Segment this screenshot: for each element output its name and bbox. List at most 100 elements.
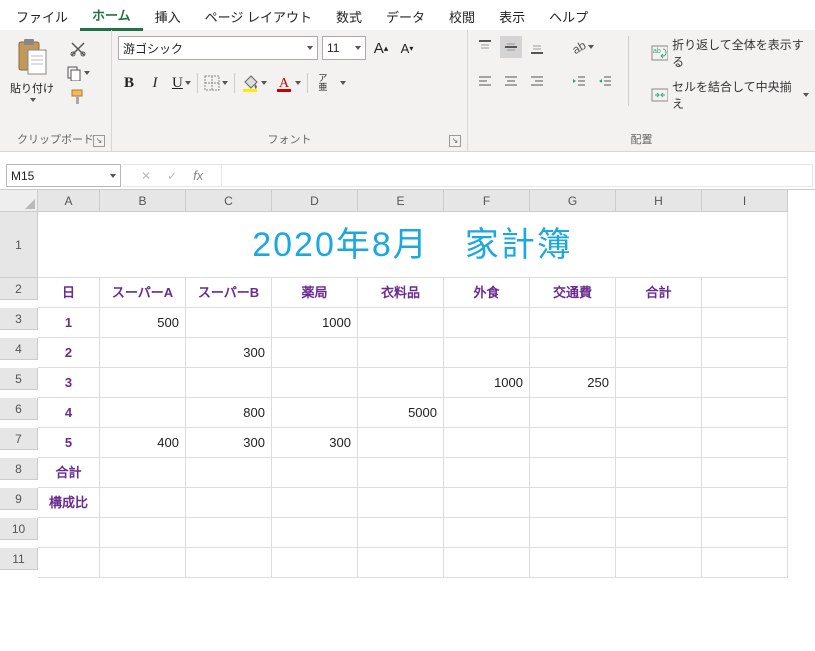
cell[interactable]: 1 — [38, 308, 100, 338]
cell[interactable] — [444, 488, 530, 518]
cell[interactable] — [530, 428, 616, 458]
merge-center-button[interactable]: セルを結合して中央揃え — [651, 78, 809, 112]
menu-review[interactable]: 校閲 — [437, 1, 487, 30]
paste-button[interactable]: 貼り付け — [6, 36, 58, 104]
cell[interactable] — [444, 338, 530, 368]
cell[interactable] — [272, 548, 358, 578]
col-header[interactable]: F — [444, 190, 530, 212]
cell[interactable] — [530, 398, 616, 428]
cell[interactable] — [186, 458, 272, 488]
cell[interactable] — [186, 518, 272, 548]
italic-button[interactable]: I — [144, 72, 166, 94]
row-header[interactable]: 3 — [0, 308, 38, 330]
phonetic-button[interactable]: ア 亜 — [312, 72, 334, 94]
dialog-launcher-icon[interactable]: ↘ — [93, 135, 105, 147]
font-size-combo[interactable]: 11 — [322, 36, 366, 60]
cell[interactable]: 3 — [38, 368, 100, 398]
align-center-button[interactable] — [500, 70, 522, 92]
cell[interactable]: 1000 — [444, 368, 530, 398]
cell[interactable] — [272, 368, 358, 398]
cell[interactable] — [272, 398, 358, 428]
cell[interactable] — [358, 518, 444, 548]
col-header[interactable]: B — [100, 190, 186, 212]
align-right-button[interactable] — [526, 70, 548, 92]
row-header[interactable]: 8 — [0, 458, 38, 480]
cell[interactable] — [100, 398, 186, 428]
cell[interactable] — [530, 308, 616, 338]
cell[interactable] — [186, 548, 272, 578]
cell[interactable] — [38, 548, 100, 578]
cell[interactable] — [702, 398, 788, 428]
menu-data[interactable]: データ — [374, 1, 437, 30]
col-header[interactable]: A — [38, 190, 100, 212]
cell[interactable] — [702, 488, 788, 518]
cell[interactable] — [616, 488, 702, 518]
cell[interactable] — [702, 458, 788, 488]
font-name-combo[interactable]: 游ゴシック — [118, 36, 318, 60]
cell[interactable] — [186, 308, 272, 338]
cell[interactable] — [702, 338, 788, 368]
shrink-font-button[interactable]: A▾ — [396, 37, 418, 59]
cell[interactable] — [272, 488, 358, 518]
menu-help[interactable]: ヘルプ — [537, 1, 600, 30]
cell[interactable] — [358, 458, 444, 488]
cell[interactable] — [616, 518, 702, 548]
align-top-button[interactable] — [474, 36, 496, 58]
cell[interactable] — [358, 368, 444, 398]
menu-page-layout[interactable]: ページ レイアウト — [193, 1, 324, 30]
col-header[interactable]: H — [616, 190, 702, 212]
cell[interactable] — [530, 488, 616, 518]
cell[interactable] — [616, 458, 702, 488]
row-header[interactable]: 4 — [0, 338, 38, 360]
name-box[interactable]: M15 — [6, 164, 121, 187]
bold-button[interactable]: B — [118, 72, 140, 94]
row-header[interactable]: 2 — [0, 278, 38, 300]
cell[interactable] — [38, 518, 100, 548]
copy-button[interactable] — [64, 62, 92, 84]
select-all-corner[interactable] — [0, 190, 38, 212]
menu-file[interactable]: ファイル — [4, 1, 80, 30]
cell[interactable] — [186, 368, 272, 398]
cell[interactable] — [616, 368, 702, 398]
col-header[interactable]: I — [702, 190, 788, 212]
cell[interactable] — [530, 518, 616, 548]
cut-button[interactable] — [64, 38, 92, 60]
cell[interactable] — [358, 428, 444, 458]
cell[interactable] — [616, 308, 702, 338]
wrap-text-button[interactable]: ab 折り返して全体を表示する — [651, 36, 809, 70]
format-painter-button[interactable] — [64, 86, 92, 108]
cell[interactable]: 交通費 — [530, 278, 616, 308]
cell[interactable] — [100, 338, 186, 368]
cell[interactable] — [358, 308, 444, 338]
cell[interactable] — [702, 308, 788, 338]
cell[interactable]: 1000 — [272, 308, 358, 338]
cell[interactable]: 800 — [186, 398, 272, 428]
cell[interactable]: 4 — [38, 398, 100, 428]
cell[interactable]: 衣料品 — [358, 278, 444, 308]
cell[interactable] — [100, 368, 186, 398]
cell[interactable] — [444, 428, 530, 458]
cell[interactable]: 日 — [38, 278, 100, 308]
cell[interactable]: 5000 — [358, 398, 444, 428]
cell[interactable] — [444, 548, 530, 578]
cell[interactable]: 構成比 — [38, 488, 100, 518]
font-color-button[interactable]: A — [273, 72, 303, 94]
fx-icon[interactable]: fx — [193, 168, 203, 183]
cell[interactable]: 300 — [186, 428, 272, 458]
cell[interactable]: 300 — [186, 338, 272, 368]
cell[interactable] — [702, 518, 788, 548]
row-header[interactable]: 5 — [0, 368, 38, 390]
cell[interactable]: スーパーA — [100, 278, 186, 308]
cell[interactable] — [530, 458, 616, 488]
row-header[interactable]: 1 — [0, 212, 38, 278]
cell[interactable] — [100, 518, 186, 548]
row-header[interactable]: 6 — [0, 398, 38, 420]
cancel-formula-icon[interactable]: ✕ — [141, 169, 151, 183]
row-header[interactable]: 7 — [0, 428, 38, 450]
menu-view[interactable]: 表示 — [487, 1, 537, 30]
cell[interactable] — [272, 338, 358, 368]
cell[interactable] — [272, 518, 358, 548]
cell[interactable]: 500 — [100, 308, 186, 338]
cell[interactable] — [358, 338, 444, 368]
increase-indent-button[interactable] — [594, 70, 616, 92]
